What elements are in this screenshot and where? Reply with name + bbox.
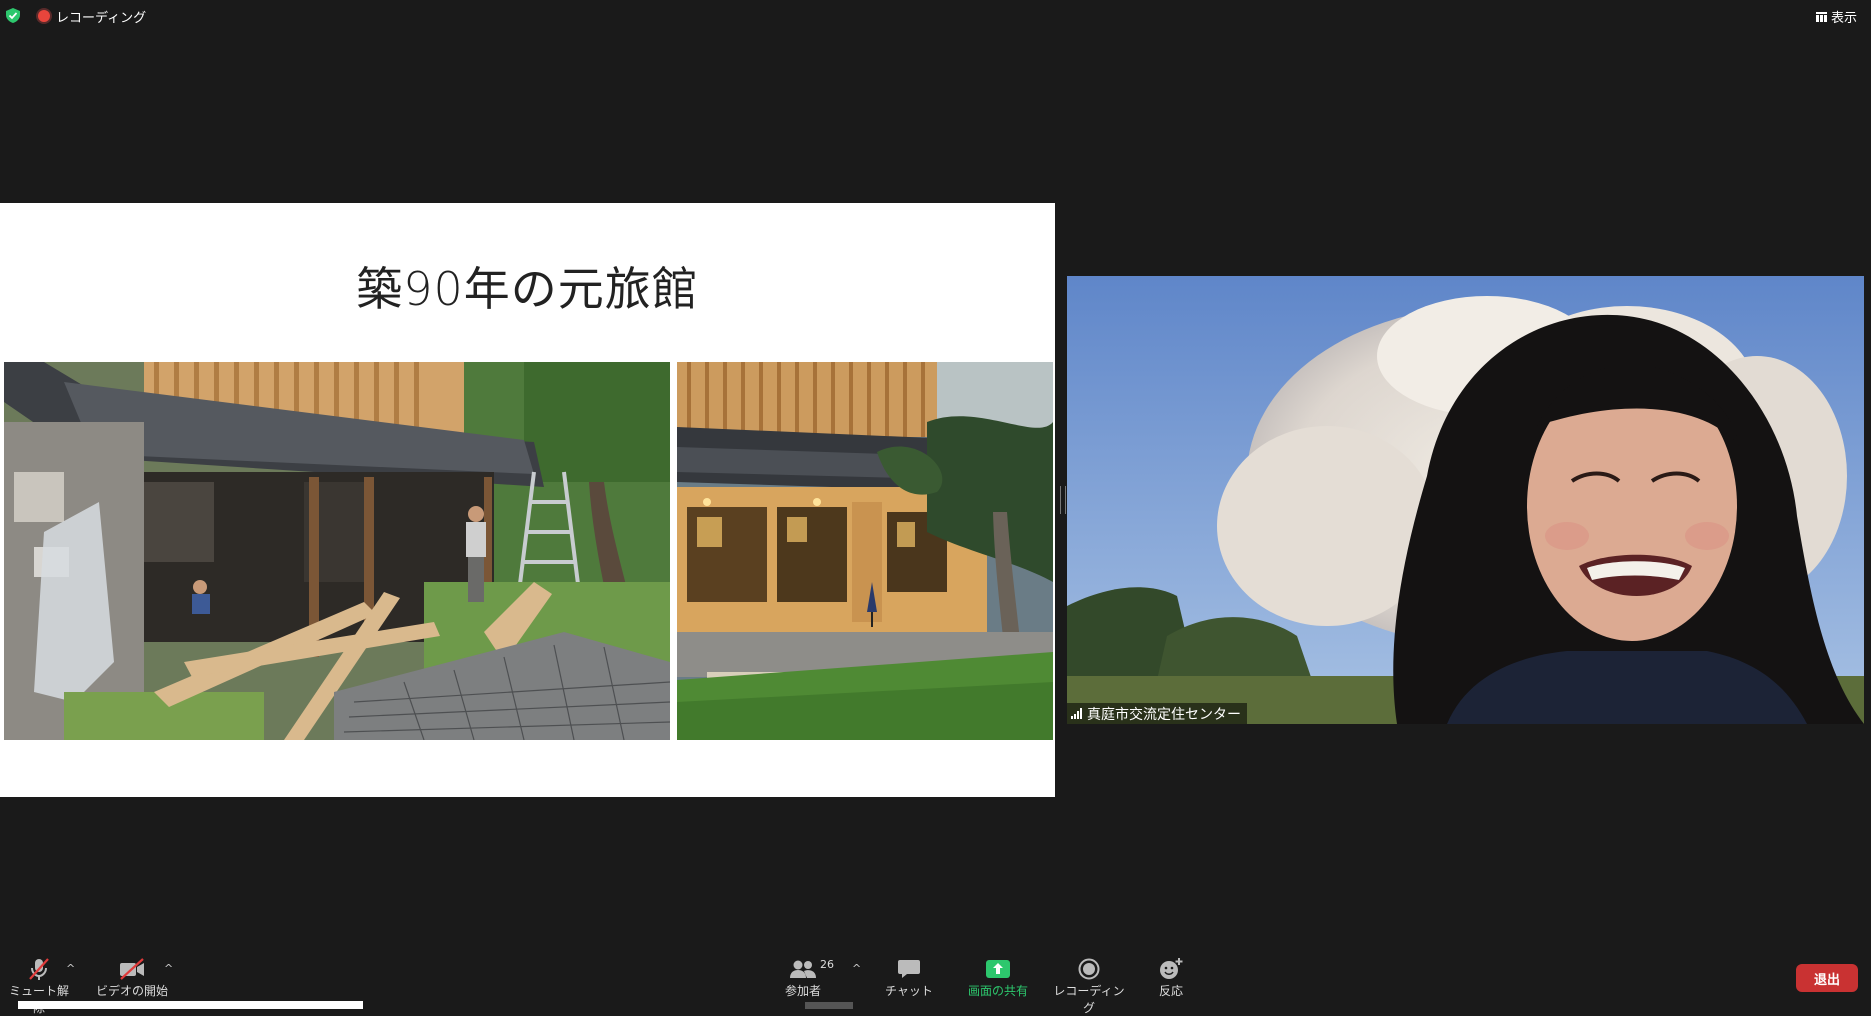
- add-reaction-icon: [1160, 958, 1183, 979]
- panel-resize-handle[interactable]: [1060, 486, 1066, 514]
- grid-view-icon: [1815, 11, 1827, 22]
- chat-label: チャット: [885, 984, 933, 998]
- audio-options-caret-icon[interactable]: ^: [66, 962, 75, 975]
- participants-count: 26: [820, 958, 834, 971]
- chat-bubble-icon: [898, 960, 920, 978]
- participants-icon: [790, 960, 816, 978]
- leave-meeting-button[interactable]: 退出: [1796, 964, 1858, 992]
- share-screen-button[interactable]: 画面の共有: [960, 956, 1036, 999]
- view-label: 表示: [1830, 11, 1857, 26]
- slide-photo-renovation: [4, 362, 670, 740]
- recording-label: レコーディング: [56, 11, 147, 26]
- microphone-muted-icon: [29, 958, 49, 980]
- participant-name-tag: 真庭市交流定住センター: [1067, 703, 1247, 724]
- chat-button[interactable]: チャット: [884, 956, 934, 999]
- video-options-caret-icon[interactable]: ^: [164, 962, 173, 975]
- reactions-label: 反応: [1158, 984, 1183, 998]
- security-shield-icon[interactable]: [6, 8, 20, 23]
- record-label: レコーディング: [1053, 984, 1125, 1015]
- recording-indicator-icon: [38, 10, 50, 22]
- record-button[interactable]: レコーディング: [1050, 956, 1128, 1016]
- cropped-bottom-panel: [18, 1001, 363, 1009]
- start-video-label: ビデオの開始: [95, 984, 168, 998]
- participants-options-caret-icon[interactable]: ^: [852, 962, 861, 975]
- top-bar: レコーディング 表示: [0, 0, 1871, 30]
- cropped-bottom-element: [805, 1002, 853, 1009]
- participants-label: 参加者: [784, 984, 821, 998]
- record-icon: [1078, 958, 1100, 980]
- share-screen-icon: [986, 960, 1010, 978]
- video-camera-off-icon: [120, 958, 144, 980]
- unmute-label: ミュート解除: [8, 984, 69, 1015]
- participant-name: 真庭市交流定住センター: [1087, 706, 1241, 723]
- shared-slide: 築90年の元旅館: [0, 203, 1055, 797]
- slide-title: 築90年の元旅館: [356, 262, 699, 316]
- share-screen-label: 画面の共有: [967, 984, 1028, 998]
- slide-photo-renovated: [677, 362, 1053, 740]
- view-button[interactable]: 表示: [1815, 7, 1857, 26]
- reactions-button[interactable]: 反応: [1148, 956, 1194, 999]
- participant-video[interactable]: [1067, 276, 1864, 724]
- start-video-button[interactable]: ビデオの開始: [94, 956, 170, 999]
- connection-signal-icon: [1071, 708, 1082, 719]
- meeting-toolbar: ミュート解除 ^ ビデオの開始 ^ 参加者 26 ^: [0, 948, 1871, 1015]
